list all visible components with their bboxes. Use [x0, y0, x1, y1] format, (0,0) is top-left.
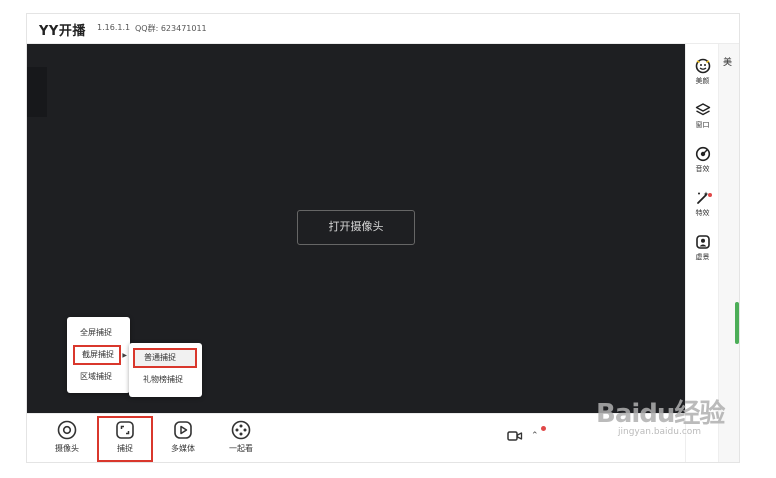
stage-left-strip [27, 67, 47, 117]
watermark-main: Baidu经验 [596, 399, 725, 429]
camera-badge [541, 426, 546, 431]
toolbar-label: 特效 [695, 209, 710, 217]
layers-icon [695, 103, 710, 116]
sound-effect-icon [695, 146, 710, 162]
bottom-item-camera[interactable]: 摄像头 [44, 419, 90, 454]
toolbar-label: 音效 [695, 165, 710, 173]
open-camera-button[interactable]: 打开摄像头 [297, 210, 415, 245]
submenu-item-gift-list-capture[interactable]: 礼物榜捕捉 [129, 370, 202, 390]
beauty-face-icon [695, 58, 710, 74]
bottom-item-label: 摄像头 [55, 444, 79, 453]
submenu-item-normal-capture[interactable]: 普通捕捉 [133, 348, 197, 368]
menu-item-screenshot-capture[interactable]: 截屏捕捉 [73, 345, 121, 365]
toolbar-label: 虚景 [695, 253, 710, 261]
watermark-sub: jingyan.baidu.com [618, 427, 702, 437]
capture-submenu: 普通捕捉 礼物榜捕捉 [129, 343, 202, 397]
toolbar-item-virtual-bg[interactable]: 虚景 [686, 234, 719, 262]
baidu-watermark: Baidu经验 jingyan.baidu.com [596, 393, 725, 437]
bottom-item-watch-together[interactable]: 一起看 [218, 419, 264, 454]
menu-item-region-capture[interactable]: 区域捕捉 [67, 367, 130, 387]
bottom-item-label: 一起看 [229, 444, 253, 453]
bottom-toolbar: 摄像头 捕捉 多媒体 一起看 ⌃ [27, 413, 685, 462]
media-play-icon [174, 421, 192, 439]
toolbar-label: 窗口 [695, 121, 710, 129]
title-bar: YY开播 1.16.1.1 QQ群: 623471011 [27, 14, 739, 44]
caret-right-icon: ▶ [122, 352, 127, 359]
side-panel-header: 美 [723, 58, 733, 68]
camera-lens-icon [57, 420, 77, 440]
capture-highlight-box [97, 416, 153, 462]
toolbar-item-effects[interactable]: 特效 [686, 190, 719, 218]
chevron-up-icon[interactable]: ⌃ [531, 431, 539, 441]
toolbar-label: 美颜 [695, 77, 710, 85]
app-logo: YY开播 [39, 24, 86, 39]
qq-group: QQ群: 623471011 [135, 24, 207, 33]
virtual-background-icon [695, 235, 710, 249]
bottom-item-label: 多媒体 [171, 444, 195, 453]
watch-together-icon [231, 420, 251, 440]
effects-badge [708, 193, 712, 197]
capture-menu: 全屏捕捉 截屏捕捉 ▶ 区域捕捉 [67, 317, 130, 393]
app-version: 1.16.1.1 [97, 23, 131, 32]
toolbar-item-window[interactable]: 窗口 [686, 102, 719, 130]
side-panel-scrollbar[interactable] [735, 302, 739, 344]
toolbar-item-sound[interactable]: 音效 [686, 146, 719, 174]
menu-item-label: 普通捕捉 [144, 353, 176, 362]
bottom-item-media[interactable]: 多媒体 [160, 419, 206, 454]
video-camera-icon[interactable] [507, 430, 523, 442]
toolbar-item-beauty[interactable]: 美颜 [686, 58, 719, 86]
menu-item-fullscreen-capture[interactable]: 全屏捕捉 [67, 323, 130, 343]
menu-item-label: 截屏捕捉 [82, 350, 114, 359]
